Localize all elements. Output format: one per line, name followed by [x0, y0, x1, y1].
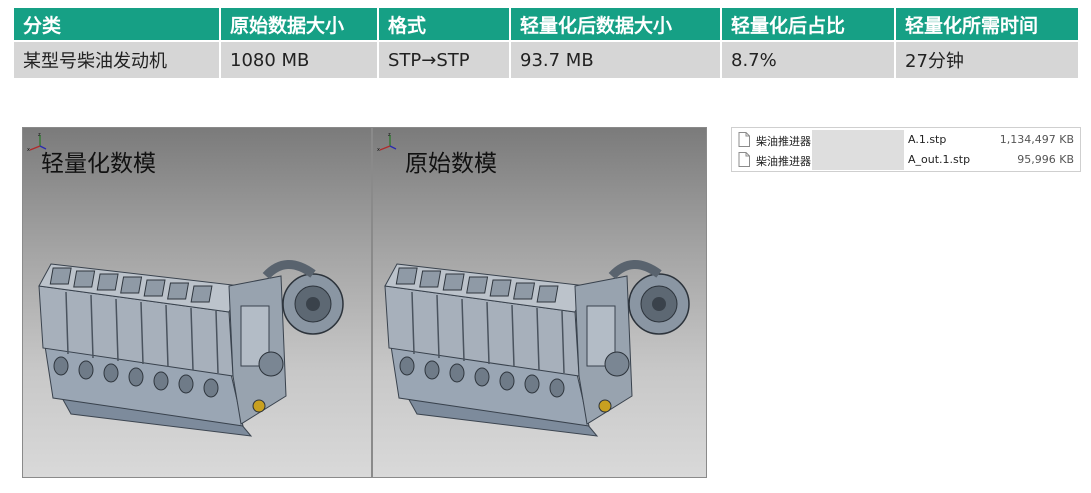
lightweight-model-label: 轻量化数模: [41, 151, 156, 177]
lightweight-model-viewport[interactable]: z x 轻量化数模: [22, 127, 372, 478]
file-icon: [738, 152, 750, 167]
svg-text:z: z: [388, 132, 391, 138]
comparison-table: 分类 原始数据大小 格式 轻量化后数据大小 轻量化后占比 轻量化所需时间 某型号…: [12, 6, 1080, 80]
file-icon: [738, 132, 750, 147]
file-size: 1,134,497 KB: [999, 133, 1074, 146]
svg-text:x: x: [377, 147, 380, 153]
diesel-engine-model-icon: [377, 246, 697, 441]
file-ext: A_out.1.stp: [908, 153, 971, 166]
file-size: 95,996 KB: [1017, 153, 1074, 166]
header-light-size: 轻量化后数据大小: [509, 6, 722, 42]
list-item[interactable]: 柴油推进器 A_out.1.stp 95,996 KB: [732, 150, 1080, 170]
list-item[interactable]: 柴油推进器 A.1.stp 1,134,497 KB: [732, 130, 1080, 150]
original-model-label: 原始数模: [405, 151, 497, 177]
header-time: 轻量化所需时间: [894, 6, 1080, 42]
file-ext: A.1.stp: [908, 133, 947, 146]
table-row: 某型号柴油发动机 1080 MB STP→STP 93.7 MB 8.7% 27…: [12, 40, 1080, 80]
cell-light-ratio: 8.7%: [720, 40, 896, 80]
cell-light-size: 93.7 MB: [509, 40, 722, 80]
file-name: 柴油推进器: [756, 135, 811, 148]
axis-triad-icon: z x: [377, 132, 397, 153]
header-light-ratio: 轻量化后占比: [720, 6, 896, 42]
header-category: 分类: [12, 6, 221, 42]
cell-time: 27分钟: [894, 40, 1080, 80]
original-model-viewport[interactable]: z x 原始数模: [372, 127, 707, 478]
cell-category: 某型号柴油发动机: [12, 40, 221, 80]
cell-format: STP→STP: [377, 40, 511, 80]
svg-text:z: z: [38, 132, 41, 138]
redacted-block: [812, 150, 904, 170]
file-name: 柴油推进器: [756, 155, 811, 168]
diesel-engine-model-icon: [31, 246, 351, 441]
header-original-size: 原始数据大小: [219, 6, 379, 42]
redacted-block: [812, 130, 904, 150]
svg-text:x: x: [27, 147, 30, 153]
table-header-row: 分类 原始数据大小 格式 轻量化后数据大小 轻量化后占比 轻量化所需时间: [12, 6, 1080, 42]
cell-original-size: 1080 MB: [219, 40, 379, 80]
file-list: 柴油推进器 A.1.stp 1,134,497 KB 柴油推进器 A_out.1…: [731, 127, 1081, 172]
header-format: 格式: [377, 6, 511, 42]
